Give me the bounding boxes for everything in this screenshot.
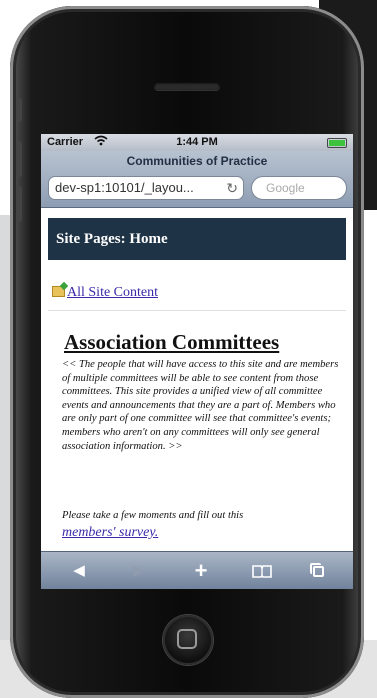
section-heading: Association Committees xyxy=(64,330,280,354)
site-pages-header: Site Pages: Home xyxy=(48,218,346,260)
bookmarks-icon[interactable] xyxy=(239,552,285,589)
page-content: Site Pages: Home All Site Content Associ… xyxy=(41,208,353,551)
description-text: << The people that will have access to t… xyxy=(62,359,339,452)
add-icon[interactable]: + xyxy=(178,552,224,589)
back-icon[interactable]: ◀ xyxy=(56,552,102,589)
forward-icon[interactable]: ▶ xyxy=(116,552,162,589)
home-button-square-icon xyxy=(177,629,197,649)
status-bar: Carrier 1:44 PM xyxy=(41,134,353,151)
members-survey-link[interactable]: members' survey. xyxy=(62,525,158,541)
reload-icon[interactable]: ↻ xyxy=(226,177,238,199)
page-title: Communities of Practice xyxy=(126,154,268,168)
earpiece-speaker xyxy=(154,82,220,90)
volume-up-button xyxy=(16,141,22,177)
survey-prompt: Please take a few moments and fill out t… xyxy=(62,510,244,521)
folder-icon xyxy=(52,286,65,297)
browser-title-bar: Communities of Practice dev-sp1:10101/_l… xyxy=(41,151,353,208)
battery-icon xyxy=(327,138,347,148)
phone-screen: Carrier 1:44 PM Communities of Practice … xyxy=(41,134,353,589)
clock-label: 1:44 PM xyxy=(176,136,218,148)
browser-toolbar: ◀ ▶ + xyxy=(41,551,353,589)
url-text: dev-sp1:10101/_layou... xyxy=(55,180,194,195)
mute-switch xyxy=(16,98,22,122)
volume-down-button xyxy=(16,186,22,222)
url-field[interactable]: dev-sp1:10101/_layou... ↻ xyxy=(48,176,244,200)
all-site-content-label[interactable]: All Site Content xyxy=(67,285,158,300)
search-field[interactable]: Google xyxy=(251,176,347,200)
all-site-content-link[interactable]: All Site Content xyxy=(52,285,158,301)
pages-icon[interactable] xyxy=(296,552,342,589)
divider xyxy=(48,310,346,311)
